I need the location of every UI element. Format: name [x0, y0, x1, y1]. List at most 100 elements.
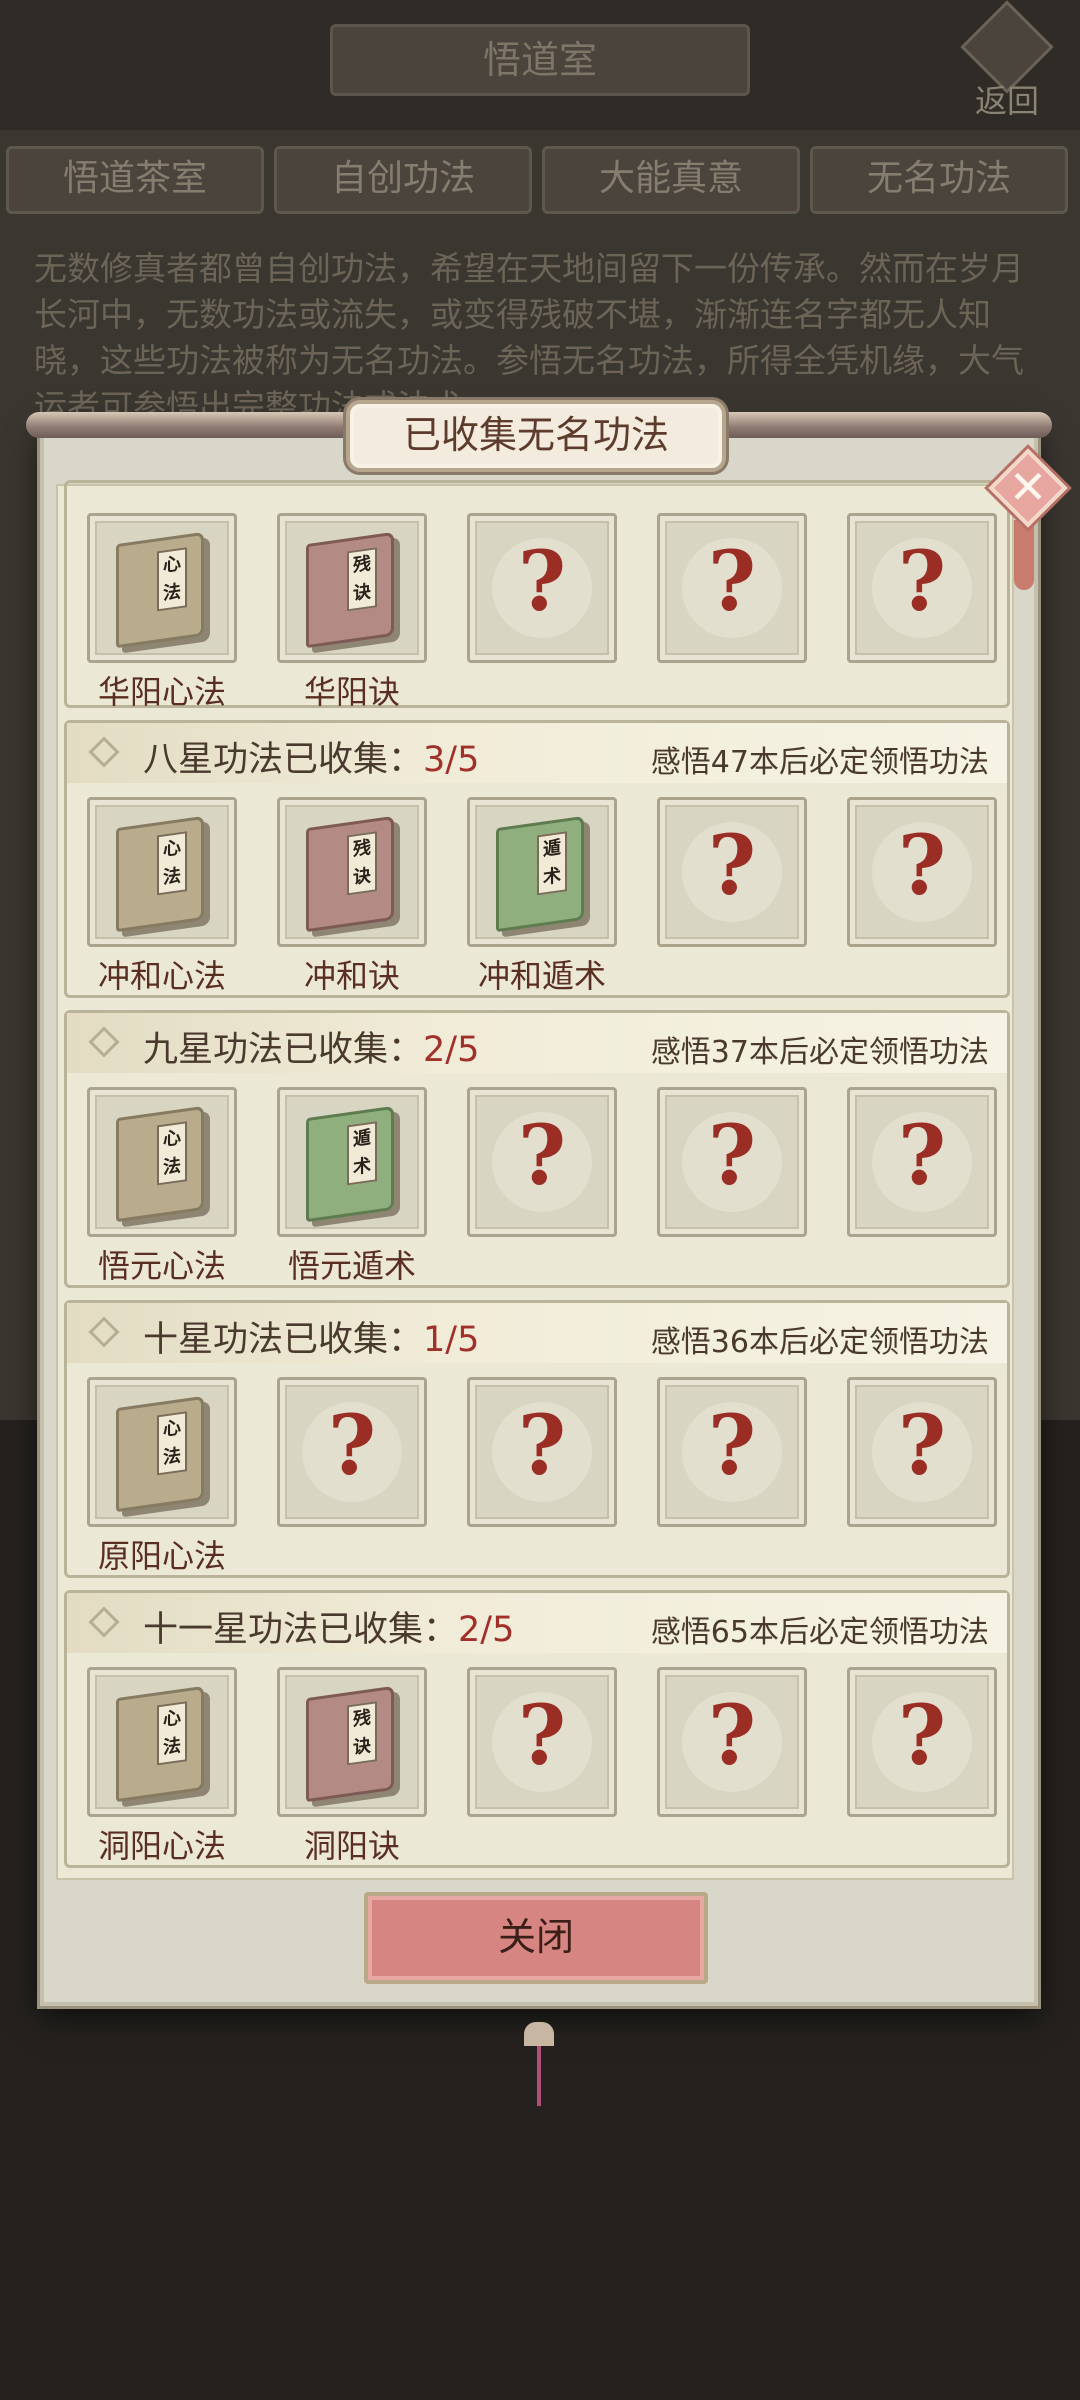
- unknown-technique-slot[interactable]: ?: [847, 1667, 997, 1817]
- section-title: 八星功法已收集：3/5: [143, 731, 479, 782]
- unknown-technique-slot[interactable]: ?: [657, 513, 807, 663]
- close-button[interactable]: 关闭: [364, 1892, 708, 1984]
- section-guarantee-note: 感悟65本后必定领悟功法: [650, 1615, 989, 1650]
- collection-list[interactable]: 心法 华阳心法 残诀 华阳诀??? 八星功法已收集：3/5 感悟47本后必定领悟功法 心法冲…: [56, 480, 1014, 1880]
- technique-slot[interactable]: 遁术悟元遁术: [277, 1087, 427, 1285]
- tab-nameless[interactable]: 无名功法: [810, 146, 1068, 214]
- slot-frame: ?: [847, 1667, 997, 1817]
- technique-name: 华阳心法: [97, 673, 226, 711]
- question-mark-icon: ?: [517, 1688, 567, 1784]
- technique-slot[interactable]: 遁术 冲和遁术: [467, 797, 617, 995]
- bell-decoration: [524, 2022, 554, 2112]
- collection-section-top: 心法 华阳心法 残诀 华阳诀???: [64, 480, 1010, 711]
- unknown-technique-slot[interactable]: ?: [847, 797, 997, 947]
- back-label: 返回: [974, 82, 1039, 120]
- section-title: 九星功法已收集：2/5: [143, 1021, 479, 1072]
- unknown-technique-slot[interactable]: ?: [467, 1377, 617, 1527]
- diamond-ornament-icon: [88, 1316, 120, 1348]
- slot-frame: ?: [657, 1087, 807, 1237]
- unknown-technique-slot[interactable]: ?: [467, 1087, 617, 1237]
- unknown-technique-slot[interactable]: ?: [277, 1377, 427, 1527]
- slot-frame: 心法: [87, 1087, 237, 1237]
- unknown-technique-slot[interactable]: ?: [847, 1377, 997, 1527]
- close-x-button[interactable]: ✕: [988, 448, 1068, 528]
- tab-self-created[interactable]: 自创功法: [274, 146, 532, 214]
- question-mark-icon: ?: [707, 534, 757, 630]
- slot-frame: 心法: [87, 513, 237, 663]
- tab-tea-room[interactable]: 悟道茶室: [6, 146, 264, 214]
- unknown-technique-slot[interactable]: ?: [657, 1667, 807, 1817]
- question-mark-icon: ?: [897, 818, 947, 914]
- unknown-technique-slot[interactable]: ?: [467, 1667, 617, 1817]
- book-icon: 遁术: [306, 1105, 394, 1223]
- section-guarantee-note: 感悟47本后必定领悟功法: [650, 745, 989, 780]
- slot-frame: ?: [467, 513, 617, 663]
- technique-slot[interactable]: 心法 原阳心法: [87, 1377, 237, 1575]
- book-icon: 残诀: [306, 531, 394, 649]
- slot-frame: ?: [847, 1087, 997, 1237]
- technique-name: 华阳诀: [303, 673, 400, 711]
- question-mark-icon: ?: [707, 1398, 757, 1494]
- unknown-technique-slot[interactable]: ?: [657, 1087, 807, 1237]
- book-icon: 心法: [116, 815, 204, 933]
- technique-slot[interactable]: 心法华阳心法: [87, 513, 237, 711]
- slot-frame: ?: [847, 797, 997, 947]
- section-count: 2/5: [423, 1030, 480, 1070]
- book-cover-label: 心法: [157, 1121, 187, 1186]
- book-icon: 遁术: [496, 815, 584, 933]
- slot-frame: 残诀: [277, 797, 427, 947]
- close-x-icon: ✕: [1008, 460, 1048, 514]
- book-icon: 心法: [116, 1105, 204, 1223]
- unknown-technique-slot[interactable]: ?: [467, 513, 617, 663]
- question-mark-icon: ?: [897, 1108, 947, 1204]
- book-cover-label: 残诀: [347, 547, 377, 612]
- technique-name: 冲和诀: [303, 957, 400, 995]
- section-header: 十一星功法已收集：2/5 感悟65本后必定领悟功法: [67, 1593, 1007, 1653]
- book-cover-label: 遁术: [347, 1121, 377, 1186]
- question-mark-icon: ?: [707, 1108, 757, 1204]
- question-mark-icon: ?: [517, 1108, 567, 1204]
- unknown-technique-slot[interactable]: ?: [847, 1087, 997, 1237]
- collection-section: 九星功法已收集：2/5 感悟37本后必定领悟功法 心法 悟元心法 遁术 悟元遁术???: [64, 1010, 1010, 1288]
- technique-slot[interactable]: 残诀 洞阳诀: [277, 1667, 427, 1865]
- slot-frame: ?: [847, 513, 997, 663]
- slot-frame: ?: [657, 1377, 807, 1527]
- technique-slot[interactable]: 残诀华阳诀: [277, 513, 427, 711]
- question-mark-icon: ?: [707, 818, 757, 914]
- section-guarantee-note: 感悟36本后必定领悟功法: [650, 1325, 989, 1360]
- technique-slot[interactable]: 残诀 冲和诀: [277, 797, 427, 995]
- technique-name: 悟元遁术: [287, 1247, 416, 1285]
- unknown-technique-slot[interactable]: ?: [657, 797, 807, 947]
- book-cover-label: 心法: [157, 1701, 187, 1766]
- section-count: 3/5: [423, 740, 480, 780]
- technique-slot[interactable]: 心法洞阳心法: [87, 1667, 237, 1865]
- unknown-technique-slot[interactable]: ?: [847, 513, 997, 663]
- book-cover-label: 心法: [157, 831, 187, 896]
- slot-frame: ?: [847, 1377, 997, 1527]
- collection-section: 十星功法已收集：1/5 感悟36本后必定领悟功法 心法 原阳心法????: [64, 1300, 1010, 1578]
- technique-name: 洞阳心法: [97, 1827, 226, 1865]
- book-icon: 心法: [116, 1395, 204, 1513]
- technique-slot[interactable]: 心法 冲和心法: [87, 797, 237, 995]
- collection-section: 十一星功法已收集：2/5 感悟65本后必定领悟功法 心法 洞阳心法 残诀 洞阳诀???: [64, 1590, 1010, 1868]
- technique-name: 悟元心法: [97, 1247, 226, 1285]
- slot-frame: 心法: [87, 1377, 237, 1527]
- book-icon: 残诀: [306, 815, 394, 933]
- slot-frame: 心法: [87, 797, 237, 947]
- back-button[interactable]: 返回: [952, 0, 1062, 120]
- tab-great-intent[interactable]: 大能真意: [542, 146, 800, 214]
- slot-frame: 残诀: [277, 1667, 427, 1817]
- book-icon: 心法: [116, 1685, 204, 1803]
- top-bar: 悟道室 返回: [0, 0, 1080, 130]
- book-cover-label: 心法: [157, 1411, 187, 1476]
- section-title-text: 十星功法已收集：: [143, 1320, 424, 1360]
- technique-name: 冲和遁术: [477, 957, 606, 995]
- technique-slot[interactable]: 心法悟元心法: [87, 1087, 237, 1285]
- unknown-technique-slot[interactable]: ?: [657, 1377, 807, 1527]
- slot-frame: 心法: [87, 1667, 237, 1817]
- book-cover-label: 心法: [157, 547, 187, 612]
- slot-frame: 遁术: [467, 797, 617, 947]
- slot-frame: ?: [467, 1087, 617, 1237]
- book-icon: 心法: [116, 531, 204, 649]
- slot-frame: ?: [277, 1377, 427, 1527]
